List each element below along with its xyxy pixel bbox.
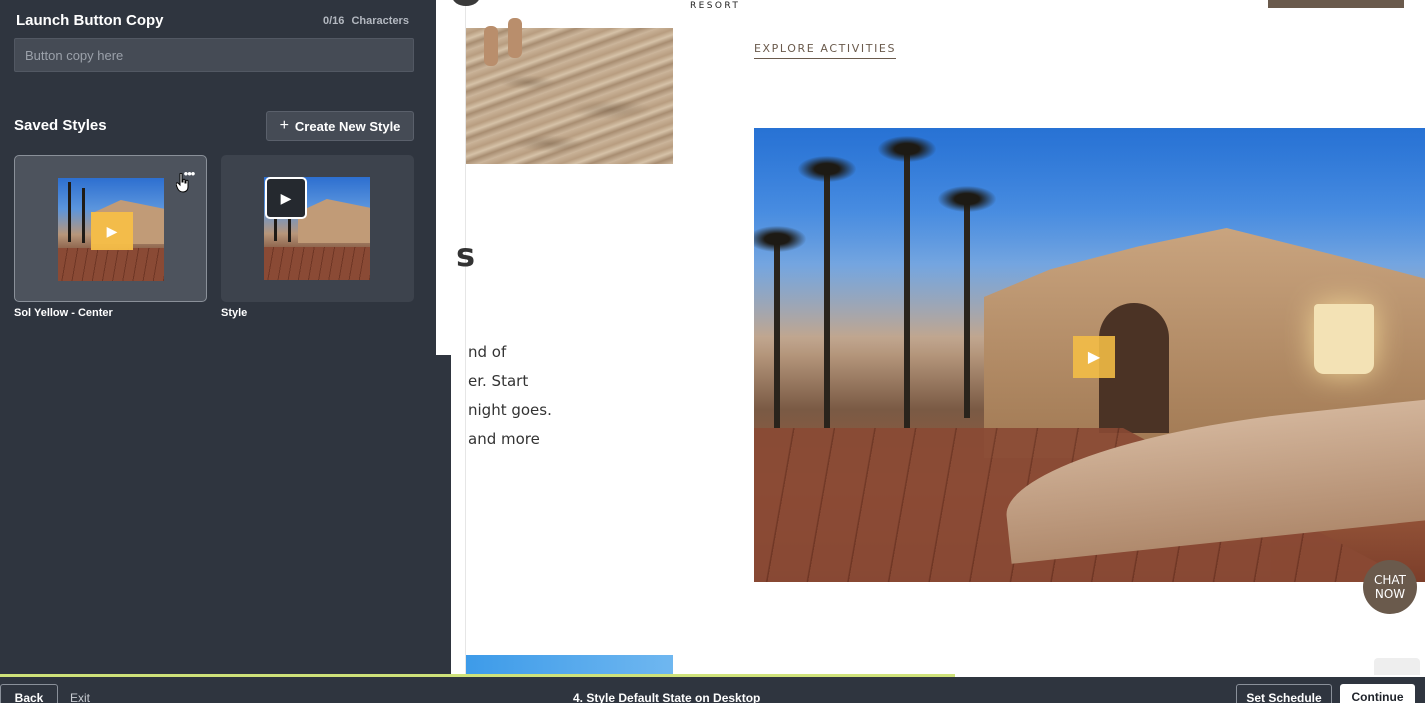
button-copy-input[interactable] (14, 38, 414, 72)
style-card-style[interactable]: ▶ (221, 155, 414, 302)
chat-now-button[interactable]: CHAT NOW (1363, 560, 1417, 614)
palm-tree (878, 136, 936, 428)
play-icon: ▶ (1087, 349, 1101, 366)
body-line: night goes. (468, 401, 552, 419)
thumb-building (298, 199, 370, 243)
palm-tree (938, 186, 996, 418)
website-preview: RESORT EXPLORE ACTIVITIES s nd of er. St… (436, 0, 1425, 675)
body-line: er. Start (468, 372, 529, 390)
thumb-palm (68, 182, 71, 242)
back-button[interactable]: Back (0, 684, 58, 703)
create-new-style-label: Create New Style (294, 118, 401, 134)
body-line: nd of (468, 343, 507, 361)
character-count: 0/16 (323, 15, 345, 27)
palm-tree (754, 226, 806, 428)
saved-styles-title: Saved Styles (14, 117, 107, 134)
character-count-label: Characters (351, 15, 409, 27)
play-icon: ▶ (106, 222, 118, 239)
hero-video-image: ▶ (754, 128, 1425, 582)
section-body-text: nd of er. Start night goes. and more (468, 338, 552, 454)
panel-notch (436, 0, 451, 355)
character-counter: 0/16 Characters (323, 15, 409, 27)
floor-lamp (1314, 304, 1374, 374)
app-root: RESORT EXPLORE ACTIVITIES s nd of er. St… (0, 0, 1425, 703)
video-play-button[interactable]: ▶ (1073, 336, 1115, 378)
step-title: 4. Style Default State on Desktop (573, 691, 761, 703)
thumb-floor (58, 248, 164, 281)
thumb-palm (82, 188, 85, 243)
dark-play-button-preview: ▶ (265, 177, 307, 219)
style-card-label: Style (221, 307, 248, 319)
set-schedule-button[interactable]: Set Schedule (1236, 684, 1332, 703)
continue-button[interactable]: Continue (1340, 684, 1415, 703)
thumb-floor (264, 247, 370, 280)
explore-activities-link[interactable]: EXPLORE ACTIVITIES (754, 42, 897, 59)
feet-image (476, 18, 532, 70)
editor-panel: Launch Button Copy 0/16 Characters Saved… (0, 0, 436, 675)
section-heading-fragment: s (456, 236, 476, 274)
palm-tree (798, 156, 856, 428)
chat-label-line2: NOW (1374, 587, 1406, 601)
body-line: and more (468, 430, 540, 448)
play-icon: ▶ (280, 189, 292, 206)
exit-link[interactable]: Exit (70, 691, 90, 703)
style-card-label: Sol Yellow - Center (14, 307, 113, 319)
chat-label-line1: CHAT (1373, 573, 1406, 587)
hand-pointer-cursor-icon (176, 173, 189, 193)
scroll-to-top-button[interactable] (1374, 658, 1420, 675)
plus-icon: + (279, 117, 289, 134)
sand-photo (466, 18, 673, 164)
create-new-style-button[interactable]: + Create New Style (266, 111, 414, 141)
resort-logo-text: RESORT (690, 1, 741, 11)
yellow-play-button-preview: ▶ (91, 212, 133, 250)
book-now-button[interactable] (1268, 0, 1404, 8)
launch-button-copy-title: Launch Button Copy (16, 12, 164, 29)
pool-photo (466, 655, 673, 675)
